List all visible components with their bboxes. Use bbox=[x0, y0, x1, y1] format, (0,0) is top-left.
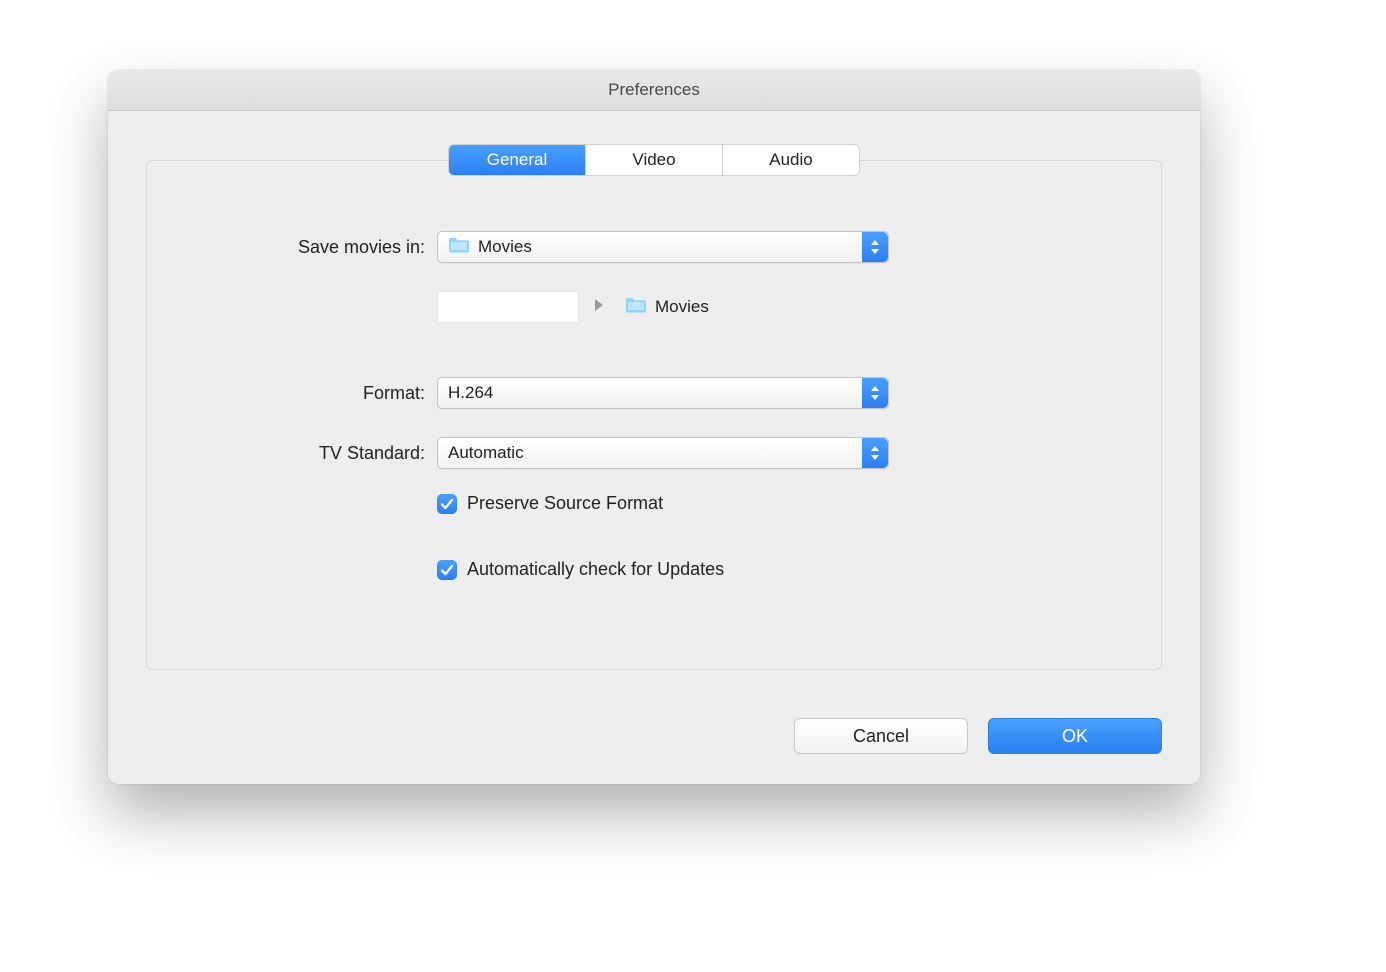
format-popup[interactable]: H.264 bbox=[437, 377, 889, 409]
preferences-window: Preferences General Video Audio Save mov… bbox=[108, 70, 1200, 784]
tab-general-label: General bbox=[487, 150, 547, 169]
tab-video-label: Video bbox=[632, 150, 675, 169]
folder-icon bbox=[625, 296, 647, 319]
ok-button[interactable]: OK bbox=[988, 718, 1162, 754]
save-location-label: Save movies in: bbox=[298, 237, 425, 257]
save-location-popup[interactable]: Movies bbox=[437, 231, 889, 263]
tab-audio-label: Audio bbox=[769, 150, 812, 169]
cancel-button[interactable]: Cancel bbox=[794, 718, 968, 754]
auto-update-checkbox[interactable] bbox=[437, 560, 457, 580]
path-root-placeholder[interactable] bbox=[437, 291, 579, 323]
check-icon bbox=[440, 563, 454, 577]
dialog-footer: Cancel OK bbox=[794, 718, 1162, 754]
auto-update-label: Automatically check for Updates bbox=[467, 559, 724, 580]
tab-audio[interactable]: Audio bbox=[722, 145, 859, 175]
window-titlebar: Preferences bbox=[108, 70, 1200, 111]
popup-arrows-icon bbox=[862, 232, 888, 262]
path-movies-label: Movies bbox=[655, 297, 709, 317]
popup-arrows-icon bbox=[862, 438, 888, 468]
folder-icon bbox=[448, 236, 470, 259]
preserve-source-checkbox[interactable] bbox=[437, 494, 457, 514]
format-label: Format: bbox=[363, 383, 425, 403]
tv-standard-value: Automatic bbox=[448, 443, 524, 463]
preferences-panel: General Video Audio Save movies in: bbox=[146, 160, 1162, 670]
window-title: Preferences bbox=[608, 80, 700, 100]
save-location-path: Movies bbox=[437, 291, 717, 323]
tab-video[interactable]: Video bbox=[585, 145, 722, 175]
popup-arrows-icon bbox=[862, 378, 888, 408]
preferences-tabs: General Video Audio bbox=[449, 145, 859, 175]
path-movies-folder[interactable]: Movies bbox=[619, 293, 717, 322]
save-location-value: Movies bbox=[478, 237, 532, 257]
tv-standard-label: TV Standard: bbox=[319, 443, 425, 463]
tv-standard-popup[interactable]: Automatic bbox=[437, 437, 889, 469]
path-arrow-icon bbox=[593, 297, 605, 317]
check-icon bbox=[440, 497, 454, 511]
ok-button-label: OK bbox=[1062, 726, 1088, 747]
tab-general[interactable]: General bbox=[449, 145, 585, 175]
cancel-button-label: Cancel bbox=[853, 726, 909, 747]
preserve-source-label: Preserve Source Format bbox=[467, 493, 663, 514]
format-value: H.264 bbox=[448, 383, 493, 403]
